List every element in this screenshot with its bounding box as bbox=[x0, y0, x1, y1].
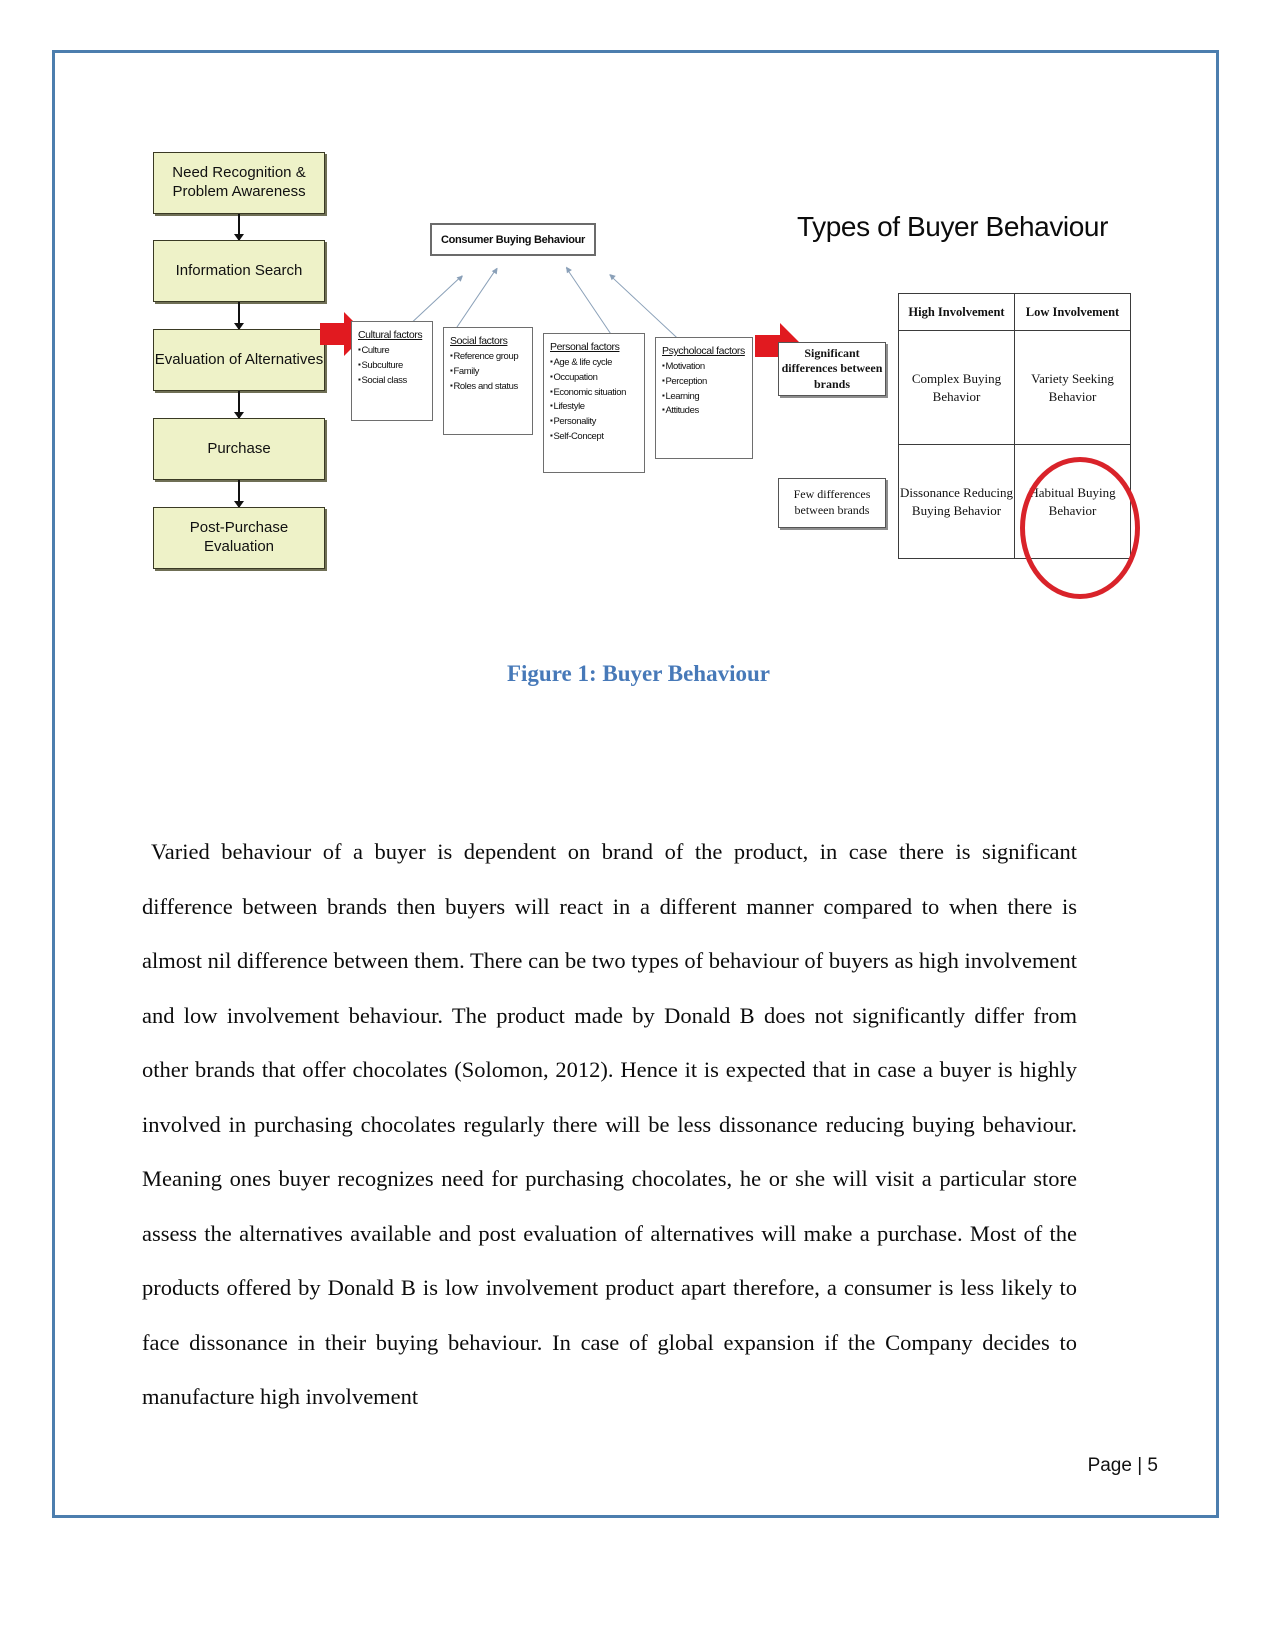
factor-item: Reference group bbox=[450, 350, 528, 365]
flow-step-evaluation-of-alternatives: Evaluation of Alternatives bbox=[153, 329, 325, 391]
types-of-buyer-behaviour-title: Types of Buyer Behaviour bbox=[797, 211, 1109, 242]
matrix-cell-complex-buying: Complex Buying Behavior bbox=[898, 330, 1015, 445]
body-text: Varied behaviour of a buyer is dependent… bbox=[142, 825, 1077, 1425]
figure-buyer-behaviour: Need Recognition & Problem Awareness Inf… bbox=[55, 53, 1222, 673]
flow-step-information-search: Information Search bbox=[153, 240, 325, 302]
few-differences-box: Few differences between brands bbox=[778, 478, 886, 528]
factor-title-personal: Personal factors bbox=[550, 341, 620, 353]
connector-personal-to-header bbox=[565, 267, 616, 341]
factor-item: Motivation bbox=[662, 360, 748, 375]
factor-item: Subculture bbox=[358, 359, 428, 374]
factor-item: Learning bbox=[662, 390, 748, 405]
factor-item: Lifestyle bbox=[550, 400, 640, 415]
factor-box-cultural: Cultural factors Culture Subculture Soci… bbox=[351, 321, 433, 421]
factor-item: Attitudes bbox=[662, 404, 748, 419]
table-row: Complex Buying Behavior Variety Seeking … bbox=[898, 330, 1131, 445]
matrix-cell-variety-seeking: Variety Seeking Behavior bbox=[1014, 330, 1131, 445]
flow-step-purchase: Purchase bbox=[153, 418, 325, 480]
flow-connector-2 bbox=[234, 302, 244, 330]
factor-box-psychological: Psycholocal factors Motivation Perceptio… bbox=[655, 337, 753, 459]
factor-item: Occupation bbox=[550, 371, 640, 386]
flow-connector-1 bbox=[234, 214, 244, 241]
factor-item: Family bbox=[450, 365, 528, 380]
body-paragraph: Varied behaviour of a buyer is dependent… bbox=[142, 839, 1077, 1409]
factor-item: Personality bbox=[550, 415, 640, 430]
consumer-buying-behaviour-header: Consumer Buying Behaviour bbox=[430, 223, 596, 256]
document-page: Need Recognition & Problem Awareness Inf… bbox=[52, 50, 1219, 1518]
factor-item: Age & life cycle bbox=[550, 356, 640, 371]
factor-item: Perception bbox=[662, 375, 748, 390]
matrix-col-low-involvement: Low Involvement bbox=[1014, 293, 1131, 331]
table-header-row: High Involvement Low Involvement bbox=[898, 293, 1131, 331]
factor-item: Roles and status bbox=[450, 380, 528, 395]
buyer-behaviour-matrix: High Involvement Low Involvement Complex… bbox=[898, 293, 1131, 559]
factor-title-cultural: Cultural factors bbox=[358, 329, 423, 341]
matrix-col-high-involvement: High Involvement bbox=[898, 293, 1015, 331]
flow-connector-4 bbox=[234, 480, 244, 508]
matrix-cell-habitual-buying: Habitual Buying Behavior bbox=[1014, 444, 1131, 559]
factor-item: Culture bbox=[358, 344, 428, 359]
page-number-footer: Page | 5 bbox=[1087, 1455, 1158, 1476]
flow-connector-3 bbox=[234, 391, 244, 419]
flow-step-need-recognition: Need Recognition & Problem Awareness bbox=[153, 152, 325, 214]
figure-caption: Figure 1: Buyer Behaviour bbox=[506, 661, 770, 686]
factor-title-social: Social factors bbox=[450, 335, 508, 347]
factor-item: Economic situation bbox=[550, 386, 640, 401]
factor-box-personal: Personal factors Age & life cycle Occupa… bbox=[543, 333, 645, 473]
factor-title-psychological: Psycholocal factors bbox=[662, 345, 745, 357]
table-row: Dissonance Reducing Buying Behavior Habi… bbox=[898, 444, 1131, 559]
significant-differences-box: Significant differences between brands bbox=[778, 342, 886, 396]
factor-box-social: Social factors Reference group Family Ro… bbox=[443, 327, 533, 435]
matrix-cell-dissonance-reducing: Dissonance Reducing Buying Behavior bbox=[898, 444, 1015, 559]
flow-step-post-purchase-evaluation: Post-Purchase Evaluation bbox=[153, 507, 325, 569]
factor-item: Social class bbox=[358, 374, 428, 389]
factor-item: Self-Concept bbox=[550, 430, 640, 445]
